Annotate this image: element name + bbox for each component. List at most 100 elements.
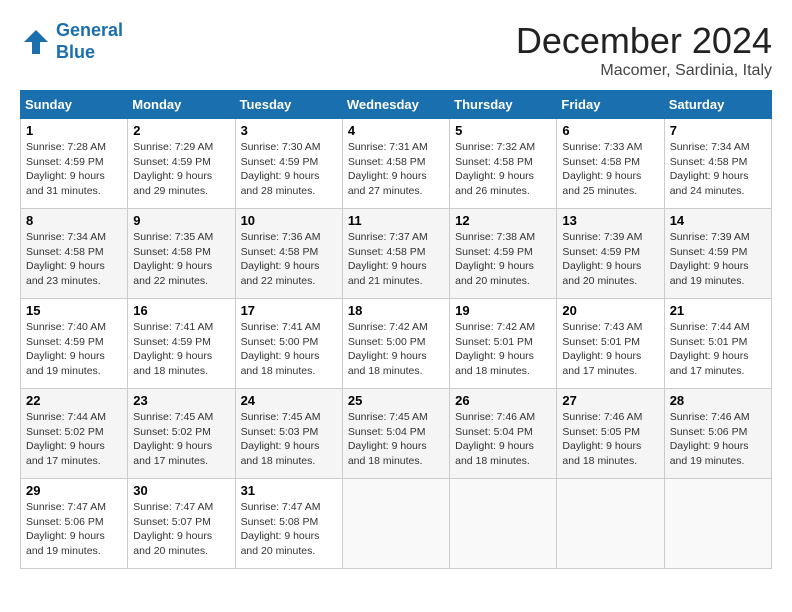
sunrise: Sunrise: 7:37 AM	[348, 230, 444, 245]
calendar-cell: 14 Sunrise: 7:39 AM Sunset: 4:59 PM Dayl…	[664, 209, 771, 299]
day-number: 18	[348, 303, 444, 318]
calendar-cell: 13 Sunrise: 7:39 AM Sunset: 4:59 PM Dayl…	[557, 209, 664, 299]
daylight: Daylight: 9 hours and 18 minutes.	[241, 349, 337, 378]
day-number: 6	[562, 123, 658, 138]
day-info: Sunrise: 7:34 AM Sunset: 4:58 PM Dayligh…	[670, 140, 766, 199]
day-info: Sunrise: 7:40 AM Sunset: 4:59 PM Dayligh…	[26, 320, 122, 379]
sunset: Sunset: 5:00 PM	[241, 335, 337, 350]
day-number: 7	[670, 123, 766, 138]
calendar-cell: 9 Sunrise: 7:35 AM Sunset: 4:58 PM Dayli…	[128, 209, 235, 299]
daylight: Daylight: 9 hours and 18 minutes.	[133, 349, 229, 378]
sunrise: Sunrise: 7:30 AM	[241, 140, 337, 155]
sunrise: Sunrise: 7:45 AM	[348, 410, 444, 425]
logo-line1: General	[56, 20, 123, 40]
day-number: 26	[455, 393, 551, 408]
calendar-cell: 18 Sunrise: 7:42 AM Sunset: 5:00 PM Dayl…	[342, 299, 449, 389]
calendar-cell: 25 Sunrise: 7:45 AM Sunset: 5:04 PM Dayl…	[342, 389, 449, 479]
day-number: 31	[241, 483, 337, 498]
sunrise: Sunrise: 7:41 AM	[241, 320, 337, 335]
day-info: Sunrise: 7:42 AM Sunset: 5:01 PM Dayligh…	[455, 320, 551, 379]
day-number: 27	[562, 393, 658, 408]
day-number: 8	[26, 213, 122, 228]
daylight: Daylight: 9 hours and 19 minutes.	[26, 529, 122, 558]
day-number: 29	[26, 483, 122, 498]
day-number: 9	[133, 213, 229, 228]
day-info: Sunrise: 7:32 AM Sunset: 4:58 PM Dayligh…	[455, 140, 551, 199]
day-number: 30	[133, 483, 229, 498]
sunrise: Sunrise: 7:43 AM	[562, 320, 658, 335]
calendar-cell: 4 Sunrise: 7:31 AM Sunset: 4:58 PM Dayli…	[342, 119, 449, 209]
calendar-cell	[450, 479, 557, 569]
calendar-cell: 19 Sunrise: 7:42 AM Sunset: 5:01 PM Dayl…	[450, 299, 557, 389]
sunrise: Sunrise: 7:34 AM	[26, 230, 122, 245]
day-number: 19	[455, 303, 551, 318]
sunset: Sunset: 4:59 PM	[670, 245, 766, 260]
calendar-cell: 26 Sunrise: 7:46 AM Sunset: 5:04 PM Dayl…	[450, 389, 557, 479]
week-row-3: 15 Sunrise: 7:40 AM Sunset: 4:59 PM Dayl…	[21, 299, 772, 389]
day-number: 14	[670, 213, 766, 228]
daylight: Daylight: 9 hours and 17 minutes.	[26, 439, 122, 468]
calendar-cell: 5 Sunrise: 7:32 AM Sunset: 4:58 PM Dayli…	[450, 119, 557, 209]
location: Macomer, Sardinia, Italy	[516, 62, 772, 80]
day-number: 21	[670, 303, 766, 318]
calendar-cell: 10 Sunrise: 7:36 AM Sunset: 4:58 PM Dayl…	[235, 209, 342, 299]
sunset: Sunset: 5:04 PM	[348, 425, 444, 440]
sunrise: Sunrise: 7:35 AM	[133, 230, 229, 245]
logo-icon	[20, 26, 52, 58]
daylight: Daylight: 9 hours and 20 minutes.	[455, 259, 551, 288]
sunset: Sunset: 4:58 PM	[348, 155, 444, 170]
day-info: Sunrise: 7:46 AM Sunset: 5:04 PM Dayligh…	[455, 410, 551, 469]
day-info: Sunrise: 7:44 AM Sunset: 5:02 PM Dayligh…	[26, 410, 122, 469]
sunset: Sunset: 4:58 PM	[670, 155, 766, 170]
daylight: Daylight: 9 hours and 17 minutes.	[562, 349, 658, 378]
page-header: General Blue December 2024 Macomer, Sard…	[20, 20, 772, 80]
header-friday: Friday	[557, 91, 664, 119]
sunset: Sunset: 5:05 PM	[562, 425, 658, 440]
daylight: Daylight: 9 hours and 22 minutes.	[133, 259, 229, 288]
day-number: 15	[26, 303, 122, 318]
sunrise: Sunrise: 7:41 AM	[133, 320, 229, 335]
month-title: December 2024	[516, 20, 772, 62]
day-info: Sunrise: 7:41 AM Sunset: 5:00 PM Dayligh…	[241, 320, 337, 379]
daylight: Daylight: 9 hours and 19 minutes.	[670, 259, 766, 288]
day-number: 16	[133, 303, 229, 318]
sunset: Sunset: 4:59 PM	[562, 245, 658, 260]
day-number: 2	[133, 123, 229, 138]
sunrise: Sunrise: 7:44 AM	[26, 410, 122, 425]
sunrise: Sunrise: 7:29 AM	[133, 140, 229, 155]
sunrise: Sunrise: 7:39 AM	[562, 230, 658, 245]
day-number: 4	[348, 123, 444, 138]
daylight: Daylight: 9 hours and 18 minutes.	[348, 439, 444, 468]
day-info: Sunrise: 7:30 AM Sunset: 4:59 PM Dayligh…	[241, 140, 337, 199]
calendar-cell: 3 Sunrise: 7:30 AM Sunset: 4:59 PM Dayli…	[235, 119, 342, 209]
day-number: 24	[241, 393, 337, 408]
calendar-cell: 11 Sunrise: 7:37 AM Sunset: 4:58 PM Dayl…	[342, 209, 449, 299]
header-wednesday: Wednesday	[342, 91, 449, 119]
sunrise: Sunrise: 7:46 AM	[670, 410, 766, 425]
day-info: Sunrise: 7:44 AM Sunset: 5:01 PM Dayligh…	[670, 320, 766, 379]
sunrise: Sunrise: 7:45 AM	[241, 410, 337, 425]
day-number: 11	[348, 213, 444, 228]
sunrise: Sunrise: 7:36 AM	[241, 230, 337, 245]
day-info: Sunrise: 7:46 AM Sunset: 5:06 PM Dayligh…	[670, 410, 766, 469]
daylight: Daylight: 9 hours and 20 minutes.	[241, 529, 337, 558]
day-number: 1	[26, 123, 122, 138]
daylight: Daylight: 9 hours and 24 minutes.	[670, 169, 766, 198]
sunset: Sunset: 4:58 PM	[133, 245, 229, 260]
sunrise: Sunrise: 7:33 AM	[562, 140, 658, 155]
sunrise: Sunrise: 7:28 AM	[26, 140, 122, 155]
daylight: Daylight: 9 hours and 18 minutes.	[562, 439, 658, 468]
day-info: Sunrise: 7:35 AM Sunset: 4:58 PM Dayligh…	[133, 230, 229, 289]
sunset: Sunset: 4:59 PM	[133, 335, 229, 350]
daylight: Daylight: 9 hours and 28 minutes.	[241, 169, 337, 198]
calendar-cell	[557, 479, 664, 569]
sunset: Sunset: 4:59 PM	[26, 335, 122, 350]
day-number: 17	[241, 303, 337, 318]
sunrise: Sunrise: 7:42 AM	[455, 320, 551, 335]
day-number: 13	[562, 213, 658, 228]
sunset: Sunset: 4:58 PM	[562, 155, 658, 170]
week-row-4: 22 Sunrise: 7:44 AM Sunset: 5:02 PM Dayl…	[21, 389, 772, 479]
logo: General Blue	[20, 20, 123, 63]
daylight: Daylight: 9 hours and 18 minutes.	[455, 349, 551, 378]
daylight: Daylight: 9 hours and 18 minutes.	[455, 439, 551, 468]
